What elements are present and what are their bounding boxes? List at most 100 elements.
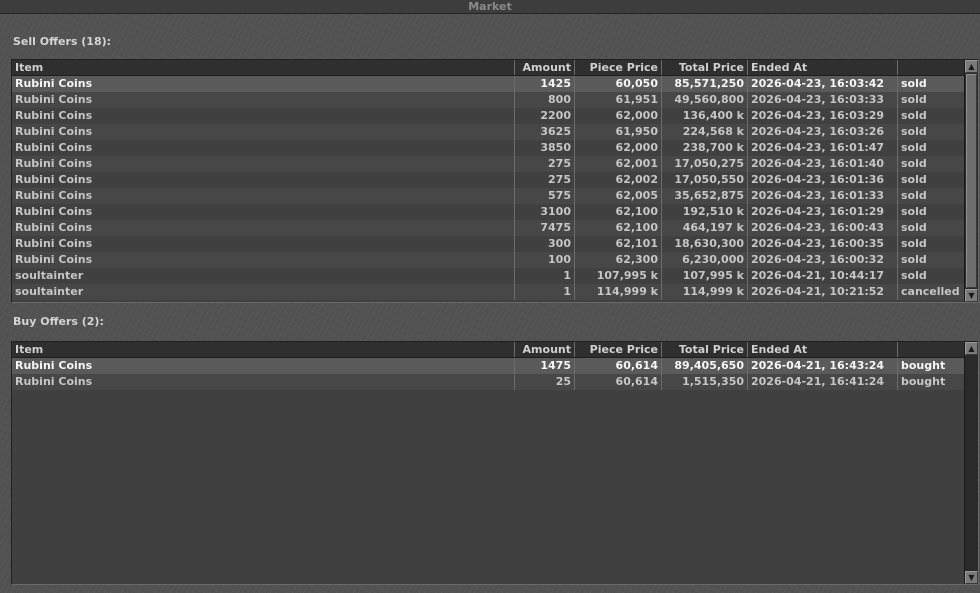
sell-table-row[interactable]: Rubini Coins 800 61,951 49,560,800 2026-04-2… (12, 92, 978, 108)
buy-table-row[interactable]: Rubini Coins 1475 60,614 89,405,650 2026-04-… (12, 358, 978, 374)
cell-ended-at: 2026-04-23, 16:03:29 (748, 108, 898, 124)
cell-status: sold (901, 93, 927, 106)
cell-ended-at: 2026-04-23, 16:01:29 (748, 204, 898, 220)
column-header-piece-price[interactable]: Piece Price (575, 342, 662, 357)
cell-status: sold (901, 221, 927, 234)
arrow-down-icon[interactable]: ▼ (965, 571, 978, 584)
cell-piece-price: 60,614 (575, 358, 662, 374)
cell-ended-at: 2026-04-23, 16:03:42 (748, 76, 898, 92)
cell-item: Rubini Coins (12, 204, 515, 220)
column-header-amount[interactable]: Amount (515, 60, 575, 75)
cell-status: sold (901, 109, 927, 122)
buy-table-row[interactable]: Rubini Coins 25 60,614 1,515,350 2026-04-21,… (12, 374, 978, 390)
sell-scrollbar-thumb[interactable] (966, 74, 977, 288)
cell-item: Rubini Coins (12, 252, 515, 268)
cell-amount: 1475 (515, 358, 575, 374)
sell-scrollbar[interactable]: ▲ ▼ (964, 60, 978, 302)
cell-piece-price: 62,000 (575, 140, 662, 156)
cell-ended-at: 2026-04-21, 10:21:52 (748, 284, 898, 300)
cell-piece-price: 62,100 (575, 204, 662, 220)
cell-ended-at: 2026-04-23, 16:01:33 (748, 188, 898, 204)
column-header-piece-price[interactable]: Piece Price (575, 60, 662, 75)
cell-amount: 7475 (515, 220, 575, 236)
column-header-status[interactable] (898, 60, 965, 75)
cell-total-price: 49,560,800 (662, 92, 748, 108)
sell-table-row[interactable]: soultainter 1 114,999 k 114,999 k 2026-04-21… (12, 284, 978, 300)
cell-item: Rubini Coins (12, 374, 515, 390)
column-header-ended-at[interactable]: Ended At (748, 60, 898, 75)
column-header-item[interactable]: Item (12, 342, 515, 357)
cell-ended-at: 2026-04-21, 10:44:17 (748, 268, 898, 284)
column-header-ended-at[interactable]: Ended At (748, 342, 898, 357)
cell-total-price: 114,999 k (662, 284, 748, 300)
sell-table-row[interactable]: soultainter 1 107,995 k 107,995 k 2026-04-21… (12, 268, 978, 284)
sell-table-row[interactable]: Rubini Coins 1425 60,050 85,571,250 2026-04-… (12, 76, 978, 92)
cell-item: Rubini Coins (12, 76, 515, 92)
column-header-amount[interactable]: Amount (515, 342, 575, 357)
cell-piece-price: 62,000 (575, 108, 662, 124)
cell-piece-price: 114,999 k (575, 284, 662, 300)
cell-amount: 275 (515, 156, 575, 172)
cell-ended-at: 2026-04-21, 16:41:24 (748, 374, 898, 390)
buy-table-body: Rubini Coins 1475 60,614 89,405,650 2026-04-… (12, 358, 978, 390)
sell-table-row[interactable]: Rubini Coins 275 62,001 17,050,275 2026-04-2… (12, 156, 978, 172)
cell-status: sold (901, 269, 927, 282)
cell-item: Rubini Coins (12, 92, 515, 108)
cell-total-price: 224,568 k (662, 124, 748, 140)
cell-status: sold (901, 173, 927, 186)
sell-table-row[interactable]: Rubini Coins 2200 62,000 136,400 k 2026-04-2… (12, 108, 978, 124)
cell-total-price: 18,630,300 (662, 236, 748, 252)
cell-ended-at: 2026-04-23, 16:01:40 (748, 156, 898, 172)
cell-status: sold (901, 141, 927, 154)
arrow-down-icon[interactable]: ▼ (965, 289, 978, 302)
sell-table-row[interactable]: Rubini Coins 3100 62,100 192,510 k 2026-04-2… (12, 204, 978, 220)
cell-item: Rubini Coins (12, 140, 515, 156)
sell-table-row[interactable]: Rubini Coins 3625 61,950 224,568 k 2026-04-2… (12, 124, 978, 140)
sell-table-row[interactable]: Rubini Coins 575 62,005 35,652,875 2026-04-2… (12, 188, 978, 204)
sell-table-row[interactable]: Rubini Coins 100 62,300 6,230,000 2026-04-23… (12, 252, 978, 268)
cell-item: Rubini Coins (12, 236, 515, 252)
sell-table-row[interactable]: Rubini Coins 3850 62,000 238,700 k 2026-04-2… (12, 140, 978, 156)
buy-scrollbar[interactable]: ▲ ▼ (964, 342, 978, 584)
column-header-item[interactable]: Item (12, 60, 515, 75)
cell-ended-at: 2026-04-23, 16:00:43 (748, 220, 898, 236)
cell-status: sold (901, 77, 927, 90)
cell-item: Rubini Coins (12, 156, 515, 172)
cell-total-price: 17,050,550 (662, 172, 748, 188)
cell-status: sold (901, 189, 927, 202)
cell-ended-at: 2026-04-23, 16:01:47 (748, 140, 898, 156)
cell-amount: 1 (515, 268, 575, 284)
cell-item: Rubini Coins (12, 358, 515, 374)
cell-piece-price: 62,101 (575, 236, 662, 252)
cell-amount: 2200 (515, 108, 575, 124)
cell-total-price: 464,197 k (662, 220, 748, 236)
cell-total-price: 136,400 k (662, 108, 748, 124)
cell-piece-price: 62,300 (575, 252, 662, 268)
cell-status: sold (901, 205, 927, 218)
buy-offers-label: Buy Offers (2): (13, 315, 104, 328)
cell-ended-at: 2026-04-23, 16:01:36 (748, 172, 898, 188)
sell-table-row[interactable]: Rubini Coins 7475 62,100 464,197 k 2026-04-2… (12, 220, 978, 236)
column-header-total-price[interactable]: Total Price (662, 60, 748, 75)
column-header-total-price[interactable]: Total Price (662, 342, 748, 357)
sell-table-header: Item Amount Piece Price Total Price Ende… (12, 60, 978, 76)
cell-piece-price: 62,005 (575, 188, 662, 204)
sell-table-body: Rubini Coins 1425 60,050 85,571,250 2026-04-… (12, 76, 978, 300)
cell-amount: 3850 (515, 140, 575, 156)
column-header-status[interactable] (898, 342, 965, 357)
cell-amount: 1 (515, 284, 575, 300)
sell-table-row[interactable]: Rubini Coins 275 62,002 17,050,550 2026-04-2… (12, 172, 978, 188)
cell-piece-price: 62,001 (575, 156, 662, 172)
arrow-up-icon[interactable]: ▲ (965, 342, 978, 355)
arrow-up-icon[interactable]: ▲ (965, 60, 978, 73)
buy-offers-table[interactable]: Item Amount Piece Price Total Price Ende… (11, 341, 979, 585)
sell-offers-table[interactable]: Item Amount Piece Price Total Price Ende… (11, 59, 979, 303)
window-title-bar[interactable]: Market (0, 0, 980, 14)
cell-piece-price: 62,002 (575, 172, 662, 188)
sell-table-row[interactable]: Rubini Coins 300 62,101 18,630,300 2026-04-2… (12, 236, 978, 252)
cell-piece-price: 107,995 k (575, 268, 662, 284)
cell-amount: 3100 (515, 204, 575, 220)
cell-status: sold (901, 157, 927, 170)
cell-total-price: 107,995 k (662, 268, 748, 284)
cell-total-price: 1,515,350 (662, 374, 748, 390)
